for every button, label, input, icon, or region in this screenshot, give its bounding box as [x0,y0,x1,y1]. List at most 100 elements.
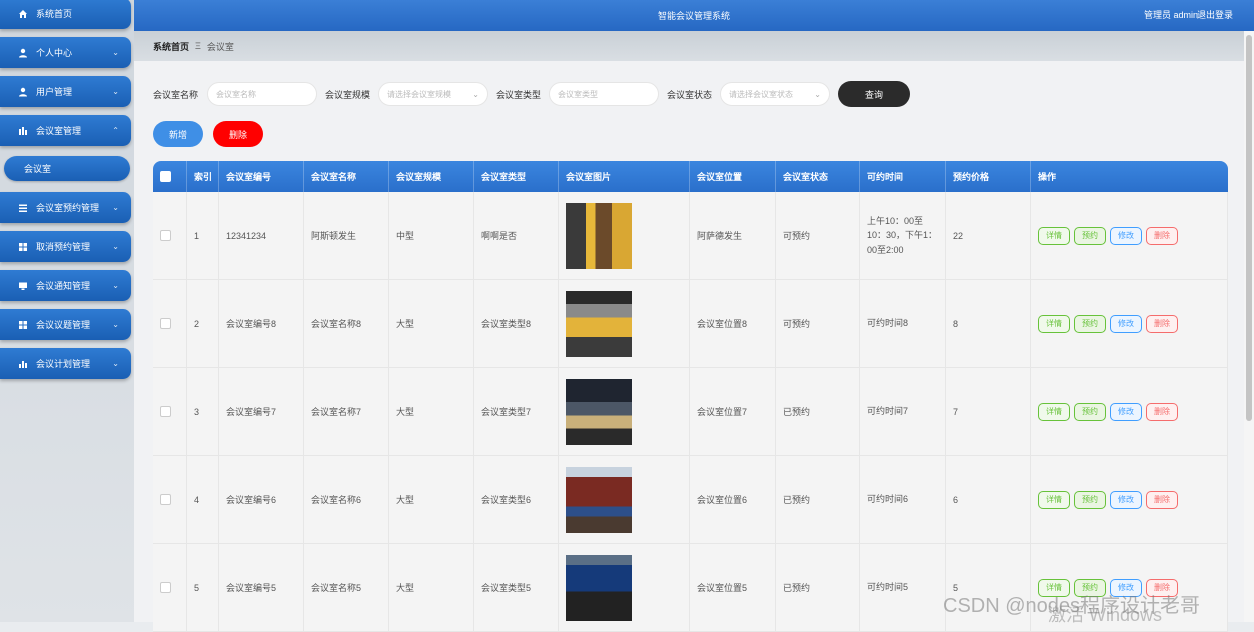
detail-button[interactable]: 详情 [1038,402,1070,421]
row-checkbox[interactable] [160,494,171,505]
cell-time: 上午10：00至10：30，下午1：00至2:00 [860,192,946,279]
batch-delete-button[interactable]: 删除 [213,121,263,147]
cell-status: 已预约 [776,368,860,455]
delete-button[interactable]: 删除 [1146,314,1178,333]
cell-scale: 大型 [389,368,474,455]
grid-icon [17,319,29,331]
sidebar: 系统首页 个人中心 ⌄ 用户管理 ⌄ 会议室管理 ⌃ 会议室 会议室预约管理 ⌄… [0,0,134,622]
detail-button[interactable]: 详情 [1038,226,1070,245]
name-placeholder: 会议室名称 [216,89,256,99]
cell-status: 已预约 [776,456,860,543]
cell-scale: 大型 [389,280,474,367]
cell-code: 会议室编号8 [219,280,304,367]
cell-status: 已预约 [776,544,860,631]
sidebar-item-label: 会议室管理 [36,126,82,136]
cell-price: 6 [946,456,1031,543]
header-ops: 操作 [1038,172,1057,182]
scale-placeholder: 请选择会议室规模 [387,89,451,99]
select-all-checkbox[interactable] [160,171,171,182]
type-input[interactable]: 会议室类型 [549,82,659,106]
room-image[interactable] [566,378,632,445]
sidebar-subitem-room[interactable]: 会议室 [4,156,130,181]
status-label: 会议室状态 [667,90,713,100]
delete-button[interactable]: 删除 [1146,226,1178,245]
header-time: 可约时间 [860,161,946,192]
cell-scale: 中型 [389,192,474,279]
add-button[interactable]: 新增 [153,121,203,147]
edit-button[interactable]: 修改 [1110,490,1142,509]
sidebar-item-plans[interactable]: 会议计划管理 ⌄ [0,348,131,379]
book-button[interactable]: 预约 [1074,314,1106,333]
chevron-down-icon: ⌄ [112,242,119,251]
top-bar: 智能会议管理系统 管理员 admin 退出登录 [134,0,1254,31]
app-title: 智能会议管理系统 [657,11,730,21]
room-image[interactable] [566,290,632,357]
detail-button[interactable]: 详情 [1038,490,1070,509]
scale-select[interactable]: 请选择会议室规模 ⌄ [378,82,488,106]
sidebar-item-topics[interactable]: 会议议题管理 ⌄ [0,309,131,340]
status-select[interactable]: 请选择会议室状态 ⌄ [720,82,830,106]
book-button[interactable]: 预约 [1074,402,1106,421]
name-input[interactable]: 会议室名称 [207,82,317,106]
sidebar-item-cancellations[interactable]: 取消预约管理 ⌄ [0,231,131,262]
row-checkbox[interactable] [160,406,171,417]
cell-name: 会议室名称6 [304,456,389,543]
room-image[interactable] [566,554,632,621]
delete-button[interactable]: 删除 [1146,490,1178,509]
logout-link[interactable]: 退出登录 [1197,8,1233,21]
cell-type: 会议室类型5 [474,544,559,631]
table-body: 1 12341234 阿斯顿发生 中型 啊啊是否 阿萨德发生 可预约 上午10：00至10：3… [153,192,1228,632]
edit-button[interactable]: 修改 [1110,402,1142,421]
cell-type: 会议室类型8 [474,280,559,367]
edit-button[interactable]: 修改 [1110,226,1142,245]
book-button[interactable]: 预约 [1074,490,1106,509]
detail-button[interactable]: 详情 [1038,314,1070,333]
sidebar-item-personal[interactable]: 个人中心 ⌄ [0,37,131,68]
cell-name: 会议室名称5 [304,544,389,631]
row-checkbox[interactable] [160,582,171,593]
cell-location: 会议室位置8 [690,280,776,367]
header-image: 会议室图片 [559,161,690,192]
row-ops-cell: 详情 预约 修改 删除 [1031,456,1228,543]
cell-type: 会议室类型6 [474,456,559,543]
cell-index: 5 [187,544,219,631]
scrollbar-thumb[interactable] [1246,35,1252,421]
row-ops-cell: 详情 预约 修改 删除 [1031,368,1228,455]
book-button[interactable]: 预约 [1074,226,1106,245]
room-image[interactable] [566,202,632,269]
sidebar-item-notices[interactable]: 会议通知管理 ⌄ [0,270,131,301]
sidebar-item-home[interactable]: 系统首页 [0,0,131,29]
cell-location: 阿萨德发生 [690,192,776,279]
query-button[interactable]: 查询 [838,81,910,107]
user-icon [17,86,29,98]
chevron-down-icon: ⌄ [112,320,119,329]
room-image[interactable] [566,466,632,533]
sidebar-item-users[interactable]: 用户管理 ⌄ [0,76,131,107]
cell-time: 可约时间5 [860,544,946,631]
cell-name: 阿斯顿发生 [304,192,389,279]
header-checkbox-cell [153,161,187,192]
sidebar-item-label: 个人中心 [36,48,73,58]
sidebar-item-label: 会议通知管理 [36,281,91,291]
cell-price: 7 [946,368,1031,455]
breadcrumb-home[interactable]: 系统首页 [153,40,189,53]
sidebar-item-rooms[interactable]: 会议室管理 ⌃ [0,115,131,146]
room-image-cell [559,368,690,455]
sidebar-item-bookings[interactable]: 会议室预约管理 ⌄ [0,192,131,223]
row-actions: 详情 预约 修改 删除 [1038,226,1178,245]
chevron-down-icon: ⌄ [472,89,479,99]
breadcrumb-current: 会议室 [206,41,234,52]
room-image-cell [559,456,690,543]
cell-name: 会议室名称7 [304,368,389,455]
header-price: 预约价格 [946,161,1031,192]
cell-time: 可约时间6 [860,456,946,543]
row-checkbox-cell [153,192,187,279]
page-scrollbar[interactable] [1244,31,1254,622]
delete-button[interactable]: 删除 [1146,402,1178,421]
edit-button[interactable]: 修改 [1110,314,1142,333]
cell-name: 会议室名称8 [304,280,389,367]
scale-label: 会议室规模 [325,90,371,100]
bar-chart-icon [17,358,29,370]
row-checkbox[interactable] [160,318,171,329]
row-checkbox[interactable] [160,230,171,241]
